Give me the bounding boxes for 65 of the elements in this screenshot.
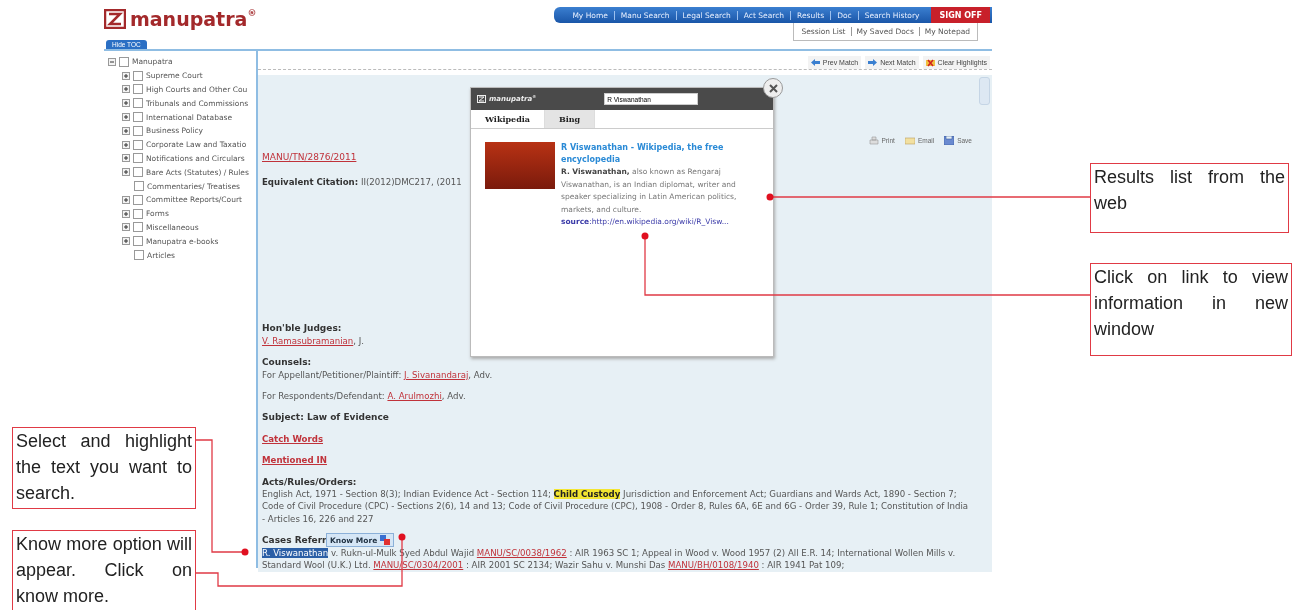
logo-text: manupatra$^{®}$	[130, 8, 257, 30]
expand-icon[interactable]	[122, 237, 130, 246]
close-icon	[768, 83, 778, 93]
squares-icon	[380, 535, 391, 545]
checkbox[interactable]	[133, 84, 143, 95]
expand-icon[interactable]	[122, 113, 130, 122]
section-heading: Hon'ble Judges:	[262, 322, 342, 335]
result-title-link[interactable]: R Viswanathan - Wikipedia, the free encyclopedia	[561, 142, 759, 166]
checkbox[interactable]	[119, 56, 129, 67]
scrollbar[interactable]	[979, 77, 990, 105]
checkbox[interactable]	[134, 181, 144, 192]
section-heading: Counsels:	[262, 356, 312, 369]
checkbox[interactable]	[133, 208, 143, 219]
expand-icon[interactable]	[122, 99, 130, 108]
expand-icon[interactable]	[122, 168, 130, 177]
text-line: V. Ramasubramanian, J.	[262, 334, 365, 348]
link[interactable]: MANU/BH/0108/1940	[668, 560, 759, 571]
right-arrow-icon	[868, 59, 878, 66]
checkbox[interactable]	[133, 167, 143, 178]
section-heading: Acts/Rules/Orders:	[262, 475, 357, 489]
printer-icon	[868, 136, 879, 145]
checkbox[interactable]	[133, 70, 143, 81]
logo-icon	[477, 95, 486, 103]
tab[interactable]: Bing	[544, 110, 596, 128]
text-line: Equivalent Citation: II(2012)DMC217, (2011	[262, 176, 462, 189]
link[interactable]: A. Arulmozhi	[387, 391, 442, 402]
expand-icon[interactable]	[122, 140, 130, 149]
tab[interactable]: Wikipedia	[471, 110, 545, 128]
callout-box: Click on link to view information in new window	[1090, 263, 1292, 356]
expand-icon[interactable]	[122, 126, 130, 135]
text-line: For Respondents/Defendant: A. Arulmozhi, Adv.	[262, 390, 466, 403]
callout-box: Know more option will appear. Click on know more.	[12, 530, 196, 610]
expand-icon[interactable]	[122, 223, 130, 232]
section-heading: Subject: Law of Evidence	[262, 411, 389, 424]
expand-icon[interactable]	[122, 154, 130, 163]
link[interactable]: MANU/SC/0038/1962	[476, 547, 567, 558]
checkbox[interactable]	[133, 112, 143, 123]
checkbox[interactable]	[134, 250, 144, 261]
collapse-icon[interactable]	[108, 57, 116, 66]
envelope-icon	[904, 136, 915, 145]
cross-icon	[925, 58, 935, 67]
text-line: For Appellant/Petitioner/Plaintiff: J. Sivanandaraj, Adv.	[262, 368, 493, 382]
expand-icon[interactable]	[122, 195, 130, 204]
checkbox[interactable]	[133, 222, 143, 233]
expand-icon[interactable]	[122, 209, 130, 218]
photo-placeholder	[485, 142, 555, 189]
checkbox[interactable]	[133, 98, 143, 109]
link[interactable]: MANU/TN/2876/2011	[262, 152, 357, 162]
section-heading: Cases Referr	[262, 534, 327, 547]
checkbox[interactable]	[133, 194, 143, 205]
close-button[interactable]	[763, 78, 783, 98]
checkbox[interactable]	[133, 153, 143, 164]
checkbox[interactable]	[133, 125, 143, 136]
sign-off-button[interactable]: SIGN OFF	[931, 7, 990, 23]
left-arrow-icon	[810, 59, 820, 66]
checkbox[interactable]	[133, 236, 143, 247]
logo-icon	[104, 9, 126, 29]
text-line: English Act, 1971 - Section 8(3); Indian Evidence Act - Section 114; Child Custody Jurisdiction and Enforcement Act; Guardians and Wards Act, 1890 - Section 7; Code of Civil Procedure (CPC) - Sections 2(6), 14 and 13; Code of Civil Procedure (CPC), 1908 - Order 8, Rules 6A, 6E and 6G - Order 39, Rule 1; Constitution of India - Articles 16, 226 and 227	[262, 488, 970, 526]
link[interactable]: Mentioned IN	[262, 455, 327, 466]
link[interactable]: Catch Words	[262, 433, 323, 444]
checkbox[interactable]	[133, 139, 143, 150]
expand-icon[interactable]	[122, 85, 130, 94]
callout-box: Select and highlight the text you want to search.	[12, 427, 196, 509]
callout-box: Results list from the web	[1090, 163, 1289, 233]
expand-icon[interactable]	[122, 71, 130, 80]
